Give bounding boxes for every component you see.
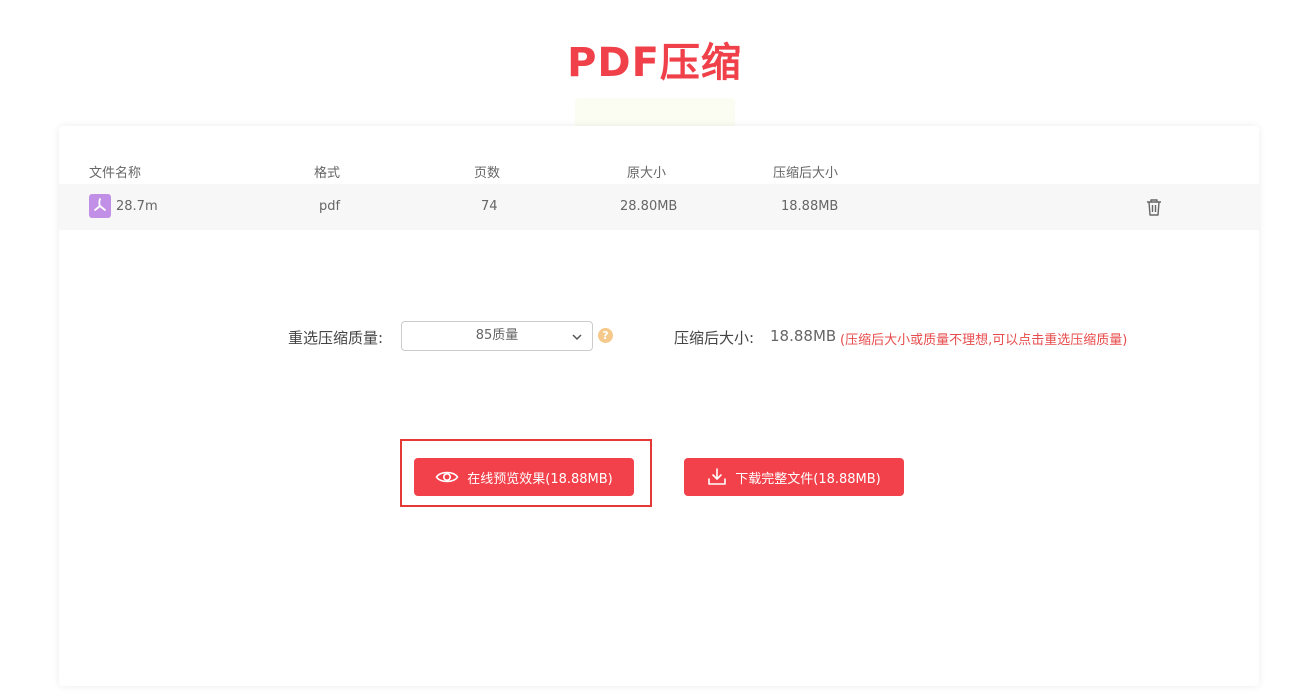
faded-banner — [575, 98, 735, 128]
column-header-pages: 页数 — [474, 166, 501, 181]
quality-label: 重选压缩质量: — [288, 329, 384, 347]
file-name: 28.7m — [116, 199, 158, 214]
preview-button[interactable]: 在线预览效果(18.88MB) — [414, 458, 634, 496]
pdf-file-icon — [89, 194, 111, 218]
column-header-format: 格式 — [314, 166, 341, 181]
result-size-value: 18.88MB — [770, 327, 837, 345]
quality-select[interactable]: 85质量 — [401, 321, 593, 351]
file-compressed-size: 18.88MB — [781, 199, 839, 214]
download-button-label: 下载完整文件(18.88MB) — [735, 471, 881, 487]
download-button[interactable]: 下载完整文件(18.88MB) — [684, 458, 904, 496]
file-format: pdf — [319, 199, 341, 214]
file-original-size: 28.80MB — [620, 199, 678, 214]
help-icon[interactable]: ? — [598, 328, 613, 343]
file-pages: 74 — [481, 199, 498, 214]
eye-icon — [435, 471, 459, 483]
column-header-compressed-size: 压缩后大小 — [773, 166, 839, 181]
download-icon — [708, 468, 727, 485]
chevron-down-icon — [572, 334, 582, 341]
result-size-label: 压缩后大小: — [674, 329, 755, 347]
file-card: 文件名称 格式 页数 原大小 压缩后大小 28.7m pdf 74 28.80M… — [59, 126, 1259, 686]
trash-icon[interactable] — [1143, 196, 1165, 218]
table-header: 文件名称 格式 页数 原大小 压缩后大小 — [59, 162, 1259, 184]
column-header-filename: 文件名称 — [89, 166, 142, 181]
preview-button-label: 在线预览效果(18.88MB) — [467, 471, 613, 487]
quality-row: 重选压缩质量: 85质量 ? 压缩后大小: 18.88MB (压缩后大小或质量不… — [59, 321, 1259, 351]
page-title: PDF压缩 — [567, 40, 742, 86]
column-header-original-size: 原大小 — [627, 166, 667, 181]
result-size-hint: (压缩后大小或质量不理想,可以点击重选压缩质量) — [840, 333, 1128, 348]
quality-select-value: 85质量 — [475, 328, 519, 343]
table-row: 28.7m pdf 74 28.80MB 18.88MB — [59, 184, 1259, 230]
